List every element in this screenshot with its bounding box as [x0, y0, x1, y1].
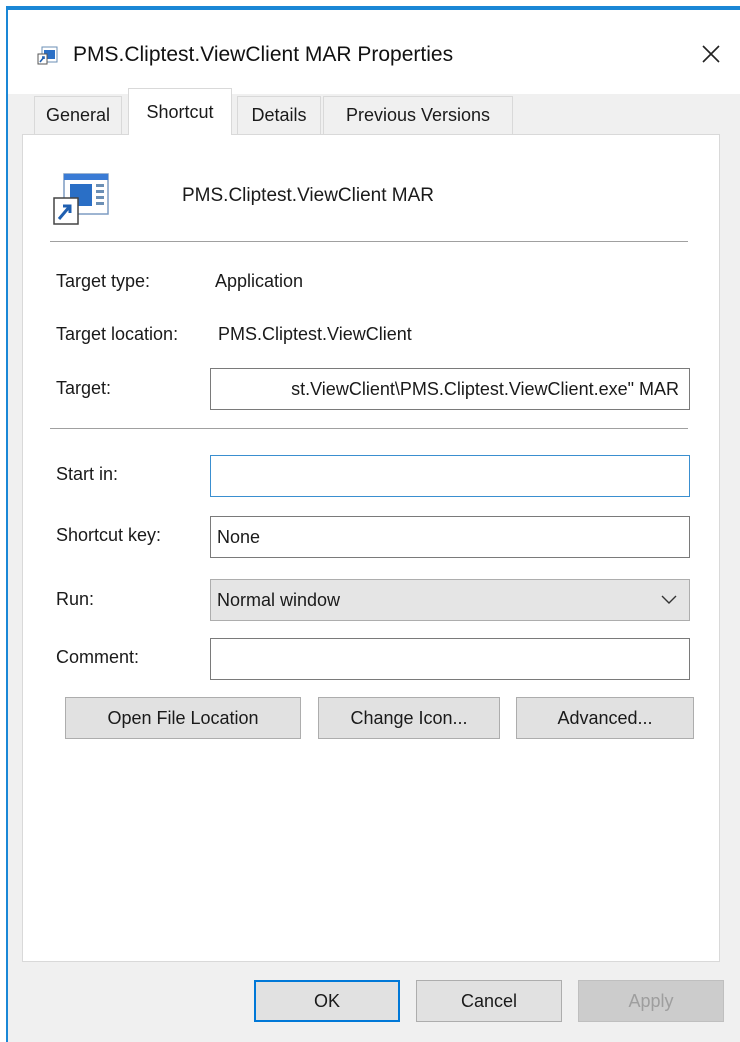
tab-general[interactable]: General — [34, 96, 122, 134]
tab-details[interactable]: Details — [237, 96, 321, 134]
advanced-button[interactable]: Advanced... — [516, 697, 694, 739]
shortcut-app-icon — [37, 46, 58, 65]
shortcut-key-label: Shortcut key: — [56, 525, 162, 545]
close-icon — [702, 45, 720, 63]
run-label: Run: — [56, 589, 95, 609]
change-icon-button[interactable]: Change Icon... — [318, 697, 500, 739]
target-type-value: Application — [215, 271, 304, 291]
close-button[interactable] — [688, 34, 734, 74]
run-select[interactable]: Normal window — [210, 579, 690, 621]
tab-previous-versions[interactable]: Previous Versions — [323, 96, 513, 134]
comment-field[interactable] — [210, 638, 690, 680]
target-location-label: Target location: — [56, 324, 179, 344]
target-location-value: PMS.Cliptest.ViewClient — [218, 324, 412, 344]
open-file-location-button[interactable]: Open File Location — [65, 697, 301, 739]
run-selected-value: Normal window — [217, 589, 341, 610]
target-type-label: Target type: — [56, 271, 151, 291]
tab-shortcut[interactable]: Shortcut — [128, 88, 232, 135]
cancel-button[interactable]: Cancel — [416, 980, 562, 1022]
apply-button: Apply — [578, 980, 724, 1022]
chevron-down-icon — [661, 595, 677, 604]
shortcut-key-field[interactable]: None — [210, 516, 690, 558]
comment-label: Comment: — [56, 647, 140, 667]
separator — [50, 428, 688, 429]
separator — [50, 241, 688, 242]
start-in-field[interactable] — [210, 455, 690, 497]
target-field[interactable]: st.ViewClient\PMS.Cliptest.ViewClient.ex… — [210, 368, 690, 410]
title-bar: PMS.Cliptest.ViewClient MAR Properties — [8, 10, 740, 94]
shortcut-app-icon-large — [53, 173, 109, 225]
window-title: PMS.Cliptest.ViewClient MAR Properties — [73, 43, 454, 66]
ok-button[interactable]: OK — [254, 980, 400, 1022]
shortcut-name: PMS.Cliptest.ViewClient MAR — [182, 185, 435, 206]
target-label: Target: — [56, 378, 112, 398]
start-in-label: Start in: — [56, 464, 119, 484]
